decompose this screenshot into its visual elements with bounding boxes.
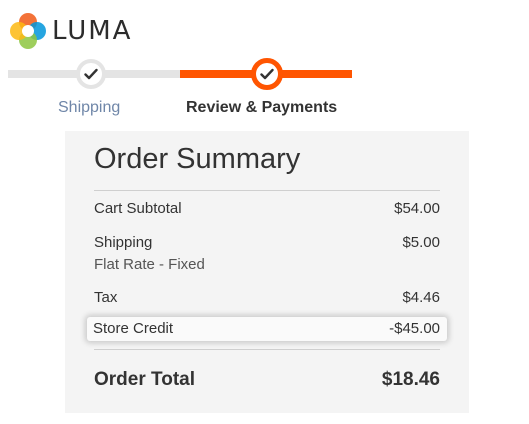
shipping-method: Flat Rate - Fixed bbox=[94, 256, 205, 273]
luma-logo[interactable] bbox=[8, 10, 48, 52]
order-summary-panel: Order Summary Cart Subtotal $54.00 Shipp… bbox=[65, 131, 469, 413]
brand-name: LUMA bbox=[52, 16, 133, 46]
checkmark-icon bbox=[84, 68, 98, 80]
store-credit-value: -$45.00 bbox=[389, 320, 440, 337]
checkmark-icon bbox=[260, 68, 274, 80]
summary-divider bbox=[94, 190, 440, 191]
tax-value: $4.46 bbox=[402, 289, 440, 306]
store-credit-row: Store Credit -$45.00 bbox=[87, 317, 447, 341]
cart-subtotal-label: Cart Subtotal bbox=[94, 200, 182, 217]
store-credit-label: Store Credit bbox=[93, 320, 174, 337]
total-divider bbox=[94, 349, 440, 350]
step-shipping-marker[interactable] bbox=[76, 59, 106, 89]
order-total-label: Order Total bbox=[94, 369, 195, 390]
order-total-value: $18.46 bbox=[381, 369, 440, 390]
step-review-label: Review & Payments bbox=[186, 99, 338, 116]
luma-logo-icon bbox=[10, 13, 46, 49]
order-summary-title: Order Summary bbox=[94, 143, 301, 175]
shipping-value: $5.00 bbox=[402, 234, 440, 251]
step-review-marker bbox=[251, 58, 283, 90]
checkout-progress: Shipping Review & Payments bbox=[0, 56, 529, 126]
tax-label: Tax bbox=[94, 289, 118, 306]
shipping-label: Shipping bbox=[94, 234, 153, 251]
step-shipping-link[interactable]: Shipping bbox=[58, 99, 120, 117]
cart-subtotal-value: $54.00 bbox=[394, 200, 440, 217]
